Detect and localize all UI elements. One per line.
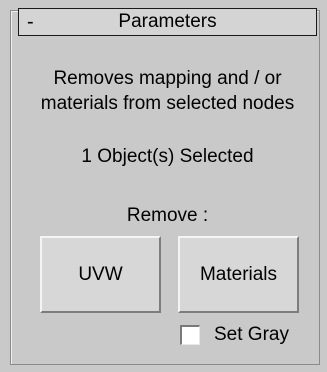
description-text: Removes mapping and / or materials from … — [18, 66, 317, 116]
remove-uvw-button[interactable]: UVW — [40, 236, 161, 313]
rollout-title: Parameters — [118, 11, 217, 32]
set-gray-checkbox[interactable] — [180, 325, 200, 345]
remove-label: Remove : — [126, 205, 209, 226]
parameters-rollout-header[interactable]: - Parameters — [18, 8, 317, 36]
set-gray-label: Set Gray — [214, 324, 289, 345]
set-gray-option[interactable]: Set Gray — [180, 322, 289, 348]
description-line-2: materials from selected nodes — [40, 93, 295, 114]
selection-count: 1 Object(s) Selected — [81, 146, 254, 167]
collapse-icon[interactable]: - — [27, 10, 34, 34]
description-line-1: Removes mapping and / or — [53, 68, 282, 89]
remove-materials-button[interactable]: Materials — [178, 236, 299, 313]
